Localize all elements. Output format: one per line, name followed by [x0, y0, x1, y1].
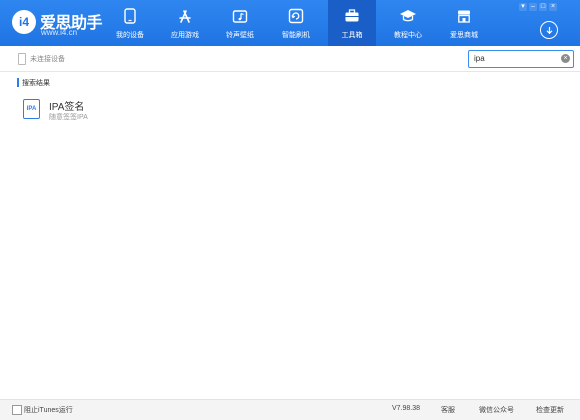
nav-tutorial-center[interactable]: 教程中心 [384, 0, 432, 46]
block-itunes-checkbox[interactable] [12, 405, 22, 415]
ipa-file-icon: IPA [23, 99, 40, 119]
app-store-icon [176, 7, 194, 25]
clear-search-icon[interactable]: × [561, 54, 570, 63]
nav-label: 教程中心 [394, 32, 422, 39]
nav-apps-games[interactable]: 应用游戏 [161, 0, 209, 46]
nav-smart-flash[interactable]: 智能刷机 [272, 0, 320, 46]
logo-icon: i4 [12, 10, 36, 34]
nav-ringtones-wallpapers[interactable]: 铃声壁纸 [216, 0, 264, 46]
nav-label: 我的设备 [116, 32, 144, 39]
app-logo: i4 爱思助手 www.i4.cn [10, 7, 110, 39]
nav-label: 应用游戏 [171, 32, 199, 39]
version-text: V7.98.38 [392, 405, 421, 412]
feedback-link[interactable]: 客服 [441, 405, 455, 415]
nav-label: 工具箱 [341, 32, 363, 39]
device-icon [18, 53, 26, 65]
maximize-icon[interactable]: □ [539, 3, 547, 11]
phone-icon [121, 7, 139, 25]
minimize-icon[interactable]: – [529, 3, 537, 11]
window-controls: ▾ – □ × [519, 3, 557, 11]
store-icon [455, 7, 473, 25]
music-folder-icon [231, 7, 249, 25]
block-itunes-label[interactable]: 阻止iTunes运行 [24, 405, 73, 415]
result-subtitle: 随意签签IPA [49, 114, 88, 121]
menu-icon[interactable]: ▾ [519, 3, 527, 11]
search-results-title: 搜索结果 [22, 80, 50, 87]
nav-label: 铃声壁纸 [226, 32, 254, 39]
download-icon [546, 26, 552, 34]
result-ipa-sign[interactable]: IPA IPA签名 随意签签IPA [23, 96, 183, 124]
nav-label: 智能刷机 [282, 32, 310, 39]
graduation-cap-icon [399, 7, 417, 25]
app-url: www.i4.cn [41, 28, 78, 37]
nav-toolbox[interactable]: 工具箱 [328, 0, 376, 46]
toolbox-icon [343, 7, 361, 25]
status-footer: 阻止iTunes运行 V7.98.38 客服 微信公众号 检查更新 [0, 399, 580, 420]
download-button[interactable] [540, 21, 558, 39]
search-input[interactable]: ipa × [468, 50, 574, 68]
check-update-link[interactable]: 检查更新 [536, 405, 564, 415]
flash-icon [287, 7, 305, 25]
device-status-text: 未连接设备 [30, 56, 65, 63]
nav-label: 爱思商城 [450, 32, 478, 39]
wechat-link[interactable]: 微信公众号 [479, 405, 514, 415]
nav-i4-store[interactable]: 爱思商城 [440, 0, 488, 46]
section-accent-bar [17, 78, 19, 87]
nav-my-device[interactable]: 我的设备 [106, 0, 154, 46]
close-icon[interactable]: × [549, 3, 557, 11]
top-nav-bar: i4 爱思助手 www.i4.cn 我的设备 应用游戏 铃声壁纸 智能刷机 工具… [0, 0, 580, 46]
search-value[interactable]: ipa [474, 54, 485, 63]
result-title: IPA签名 [49, 102, 85, 113]
